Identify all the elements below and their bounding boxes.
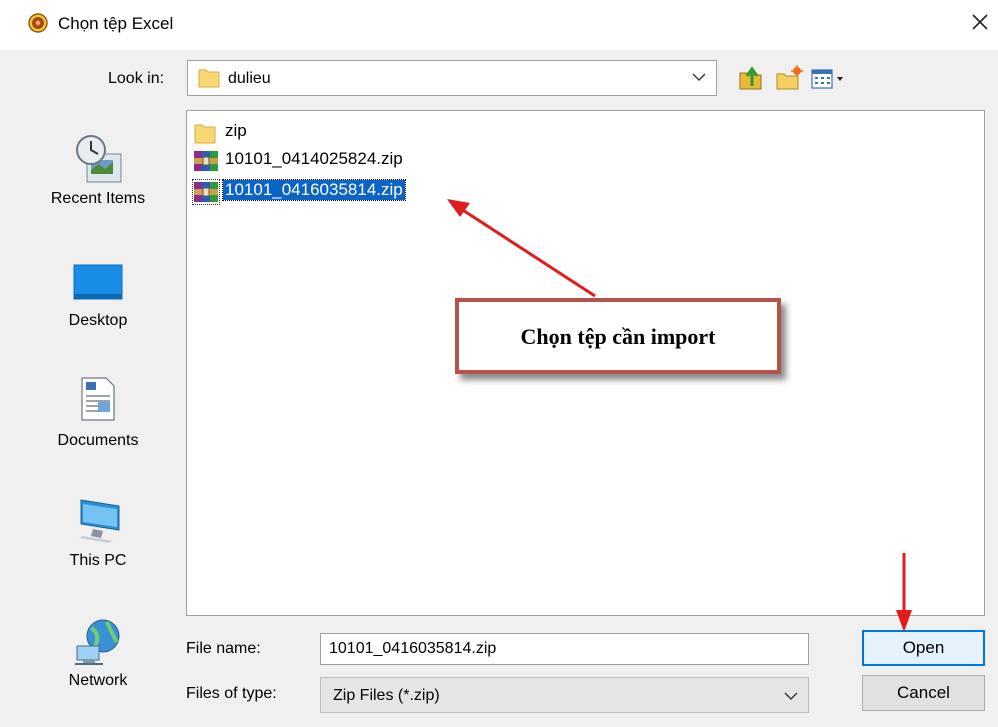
chevron-down-icon (692, 73, 706, 81)
up-folder-icon[interactable] (737, 64, 765, 92)
winrar-archive-icon (192, 179, 220, 205)
file-name-text: zip (225, 121, 247, 140)
file-name-input[interactable] (320, 633, 809, 665)
view-menu-icon[interactable] (809, 64, 847, 92)
new-folder-icon[interactable] (775, 64, 803, 92)
places-bar: Recent Items Desktop Documents This PC N… (27, 110, 169, 697)
place-recent-items[interactable]: Recent Items (27, 132, 169, 214)
place-desktop[interactable]: Desktop (27, 260, 169, 338)
close-icon[interactable] (968, 10, 992, 34)
place-label: Desktop (68, 312, 128, 329)
documents-icon (81, 377, 115, 421)
place-label: This PC (69, 552, 127, 569)
recent-items-icon (76, 135, 122, 183)
chevron-down-icon (784, 692, 798, 700)
file-type-label: Files of type: (186, 685, 277, 702)
desktop-icon (73, 264, 123, 300)
look-in-dropdown[interactable]: dulieu (187, 60, 717, 96)
winrar-archive-icon (194, 151, 218, 171)
look-in-label: Look in: (108, 70, 165, 87)
title-bar: Chọn tệp Excel (0, 0, 998, 50)
app-icon (28, 13, 48, 33)
file-type-value: Zip Files (*.zip) (333, 687, 440, 704)
this-pc-icon (79, 499, 120, 543)
file-name-label: File name: (186, 640, 261, 657)
place-this-pc[interactable]: This PC (27, 496, 169, 576)
look-in-value: dulieu (228, 70, 271, 87)
place-network[interactable]: Network (27, 616, 169, 696)
annotation-callout: Chọn tệp cần import (455, 298, 781, 374)
annotation-text: Chọn tệp cần import (520, 324, 716, 349)
folder-icon (194, 124, 216, 144)
network-icon (75, 619, 120, 665)
file-type-dropdown[interactable]: Zip Files (*.zip) (320, 677, 809, 713)
list-item-folder-zip[interactable]: zip (187, 119, 387, 145)
place-documents[interactable]: Documents (27, 376, 169, 456)
place-label: Documents (57, 432, 139, 449)
file-name-text: 10101_0414025824.zip (225, 149, 403, 168)
file-name-text: 10101_0416035814.zip (222, 179, 406, 201)
place-label: Recent Items (50, 190, 146, 207)
window-title: Chọn tệp Excel (58, 14, 174, 33)
list-item-file[interactable]: 10101_0414025824.zip (187, 147, 467, 173)
place-label: Network (68, 672, 128, 689)
cancel-button[interactable]: Cancel (862, 675, 985, 711)
list-item-file-selected[interactable]: 10101_0416035814.zip (187, 178, 467, 205)
open-button[interactable]: Open (862, 630, 985, 666)
folder-icon (198, 69, 220, 88)
